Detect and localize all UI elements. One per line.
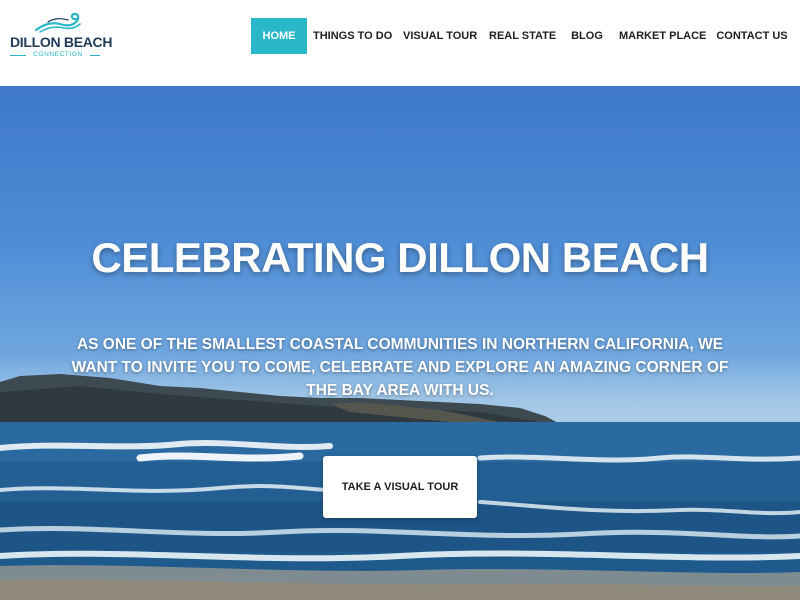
site-logo[interactable]: DILLON BEACH CONNECTION <box>10 10 113 62</box>
nav-item-visual-tour[interactable]: VISUAL TOUR <box>403 18 477 54</box>
nav-item-contact-us[interactable]: CONTACT US <box>715 18 789 54</box>
logo-divider-left <box>10 55 26 56</box>
nav-item-blog[interactable]: BLOG <box>567 18 607 54</box>
nav-item-market-place[interactable]: MARKET PLACE <box>619 18 706 54</box>
nav-item-real-state[interactable]: REAL STATE <box>489 18 556 54</box>
logo-subtitle: CONNECTION <box>33 51 83 58</box>
hero-title: CELEBRATING DILLON BEACH <box>91 234 709 281</box>
wave-icon <box>34 12 81 33</box>
nav-item-home[interactable]: HOME <box>251 18 307 54</box>
site-header: DILLON BEACH CONNECTION HOME THINGS TO D… <box>0 0 800 86</box>
nav-item-things-to-do[interactable]: THINGS TO DO <box>313 18 392 54</box>
hero-description: AS ONE OF THE SMALLEST COASTAL COMMUNITI… <box>71 336 729 399</box>
logo-divider-right <box>90 55 100 56</box>
logo-title: DILLON BEACH <box>10 34 113 50</box>
hero-section: CELEBRATING DILLON BEACH AS ONE OF THE S… <box>0 86 800 600</box>
take-visual-tour-button[interactable]: TAKE A VISUAL TOUR <box>323 456 477 518</box>
